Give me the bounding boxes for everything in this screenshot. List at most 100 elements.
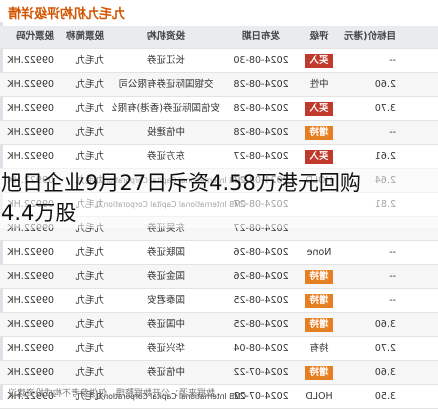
date-cell: 2024-08-28 xyxy=(233,127,289,138)
table-row: 09922.HK 九毛九 中信建投 2024-08-28 增持 -- xyxy=(0,121,438,145)
institution-cell: 华兴证券 xyxy=(147,343,186,354)
rating-cell: 买入 xyxy=(300,145,338,168)
target-price-cell: 3.50 xyxy=(374,391,396,402)
date-cell: 2024-08-04 xyxy=(233,343,289,354)
rating-badge: 增持 xyxy=(305,126,333,140)
rating-cell: 增持 xyxy=(300,361,338,384)
table-row: 09922.HK 九毛九 中信证券 2024-07-22 增持 3.60 xyxy=(0,361,438,385)
stock-name-cell: 九毛九 xyxy=(75,55,104,66)
stock-code-cell: 09922.HK xyxy=(7,295,54,306)
date-cell: 2024-08-26 xyxy=(233,271,289,282)
date-cell: 2024-07-22 xyxy=(233,367,289,378)
stock-code-cell: 09922.HK xyxy=(7,319,54,330)
rating-cell: 增持 xyxy=(300,121,338,144)
data-source-note: 数据来源：公开数据整理，仅供参考不构成投资建议 xyxy=(8,389,216,399)
target-price-cell: 2.60 xyxy=(374,79,396,90)
date-cell: 2024-08-27 xyxy=(233,151,289,162)
date-cell: 2024-08-25 xyxy=(233,295,289,306)
stock-code-cell: 09922.HK xyxy=(7,103,54,114)
table-row: 09922.HK 九毛九 交银国际证券有限公司 2024-08-28 中性 2.60 xyxy=(0,73,438,97)
institution-cell: 安信国际证券(香港)有限公司 xyxy=(112,103,220,114)
target-price-cell: -- xyxy=(389,295,396,306)
stock-name-cell: 九毛九 xyxy=(75,319,104,330)
header-name: 股票简称 xyxy=(65,31,104,42)
target-price-cell: -- xyxy=(389,127,396,138)
rating-badge: 中性 xyxy=(309,79,329,90)
stock-code-cell: 09922.HK xyxy=(7,127,54,138)
institution-cell: 国泰君安 xyxy=(147,295,186,306)
table-row: 09922.HK 九毛九 中国证券 2024-08-25 增持 3.60 xyxy=(0,313,438,337)
rating-cell: 买入 xyxy=(300,97,338,120)
table-row: 09922.HK 九毛九安信国际证券(香港)有限公司 2024-08-28 买入 3.7… xyxy=(0,97,438,121)
stock-code-cell: 09922.HK xyxy=(7,271,54,282)
rating-badge: HOLD xyxy=(305,391,333,402)
target-price-cell: 2.61 xyxy=(374,151,396,162)
rating-cell: HOLD xyxy=(300,385,338,408)
target-price-cell: 3.60 xyxy=(374,319,396,330)
date-cell: 2024-08-28 xyxy=(233,103,289,114)
header-date: 发布日期 xyxy=(242,31,281,42)
stock-name-cell: 九毛九 xyxy=(75,127,104,138)
table-row: 09922.HK 九毛九 国泰君安 2024-08-25 增持 -- xyxy=(0,289,438,313)
rating-cell: 中性 xyxy=(300,73,338,96)
institution-cell: 中信证券 xyxy=(147,367,186,378)
headline-line-1: 旭日企业9月27日斥资4.58万港元回购 xyxy=(1,171,361,195)
stock-code-cell: 09922.HK xyxy=(7,151,54,162)
table-row: 09922.HK 九毛九 东方证券 2024-08-27 买入 2.61 xyxy=(0,145,438,169)
stock-code-cell: 09922.HK xyxy=(7,55,54,66)
rating-cell: None xyxy=(300,241,338,264)
rating-cell: 增持 xyxy=(300,265,338,288)
headline-line-2: 4.4万股 xyxy=(1,201,77,225)
institution-cell: 东方证券 xyxy=(147,151,186,162)
rating-cell: 持有 xyxy=(300,337,338,360)
header-rating: 评级 xyxy=(309,31,329,42)
date-cell: 2024-07-22 xyxy=(233,391,289,402)
table-body: 09922.HK 九毛九 长江证券 2024-08-30 买入 -- 09922.HK 九毛九… xyxy=(0,49,438,409)
stock-code-cell: 09922.HK xyxy=(7,79,54,90)
table-row: 09922.HK 九毛九 国联证券 2024-08-26 None -- xyxy=(0,241,438,265)
rating-badge: 增持 xyxy=(305,294,333,308)
stock-name-cell: 九毛九 xyxy=(75,151,104,162)
institution-cell: 中信建投 xyxy=(147,127,186,138)
table-header-row: 股票代码 股票简称 投资机构 发布日期 评级 目标价(港元) xyxy=(0,26,438,49)
stock-code-cell: 09922.HK xyxy=(7,247,54,258)
rating-cell: 买入 xyxy=(300,49,338,72)
stock-name-cell: 九毛九 xyxy=(75,367,104,378)
headline-overlay: 旭日企业9月27日斥资4.58万港元回购 4.4万股 xyxy=(0,168,438,228)
target-price-cell: 2.70 xyxy=(374,343,396,354)
stock-name-cell: 九毛九 xyxy=(75,247,104,258)
rating-badge: 买入 xyxy=(305,150,333,164)
institution-cell: 国联证券 xyxy=(147,247,186,258)
institution-cell: 中国证券 xyxy=(147,319,186,330)
stock-name-cell: 九毛九 xyxy=(75,295,104,306)
table-row: 09922.HK 九毛九 华兴证券 2024-08-04 持有 2.70 xyxy=(0,337,438,361)
target-price-cell: -- xyxy=(389,55,396,66)
rating-badge: 买入 xyxy=(305,102,333,116)
stock-name-cell: 九毛九 xyxy=(75,343,104,354)
date-cell: 2024-08-25 xyxy=(233,319,289,330)
institution-cell: 交银国际证券有限公司 xyxy=(118,79,214,90)
rating-badge: 买入 xyxy=(305,54,333,68)
header-institution: 投资机构 xyxy=(147,31,186,42)
rating-cell: 增持 xyxy=(300,289,338,312)
stock-code-cell: 09922.HK xyxy=(7,343,54,354)
target-price-cell: 3.70 xyxy=(374,103,396,114)
institution-cell: 国金证券 xyxy=(147,271,186,282)
date-cell: 2024-08-30 xyxy=(233,55,289,66)
stock-name-cell: 九毛九 xyxy=(75,79,104,90)
header-target-price: 目标价(港元) xyxy=(344,31,396,42)
rating-badge: 增持 xyxy=(305,366,333,380)
stock-code-cell: 09922.HK xyxy=(7,367,54,378)
report-title-bar: 九毛九机构评级详情 xyxy=(0,0,438,22)
table-row: 09922.HK 九毛九 长江证券 2024-08-30 买入 -- xyxy=(0,49,438,73)
institution-cell: 长江证券 xyxy=(147,55,186,66)
date-cell: 2024-08-28 xyxy=(233,79,289,90)
stock-name-cell: 九毛九 xyxy=(75,271,104,282)
target-price-cell: -- xyxy=(389,271,396,282)
rating-badge: 增持 xyxy=(305,270,333,284)
target-price-cell: -- xyxy=(389,247,396,258)
date-cell: 2024-08-26 xyxy=(233,247,289,258)
rating-badge: 增持 xyxy=(305,318,333,332)
stock-name-cell: 九毛九 xyxy=(75,103,104,114)
report-title: 九毛九机构评级详情 xyxy=(8,7,126,22)
